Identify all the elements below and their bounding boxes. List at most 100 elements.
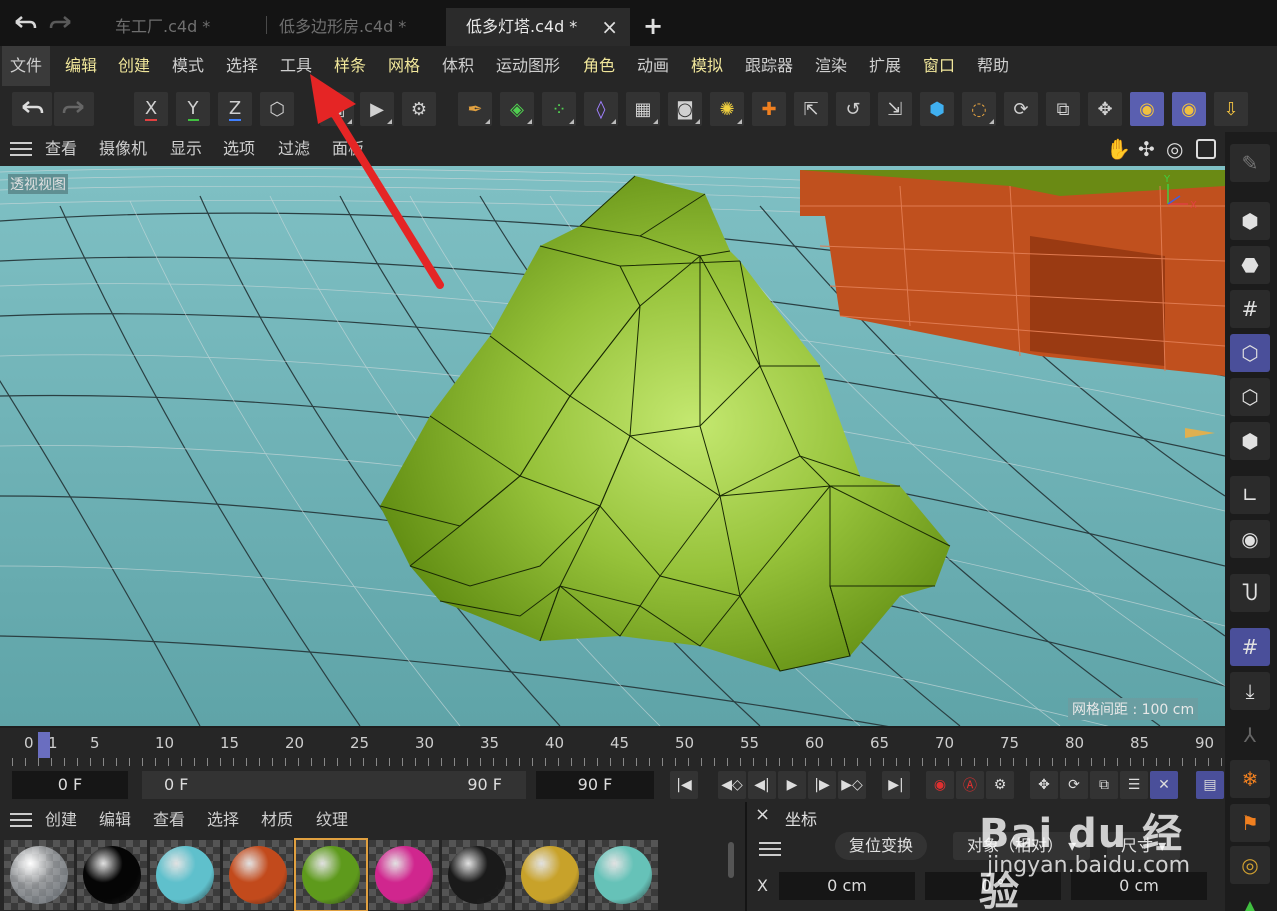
tweak-mode-button[interactable]: ◉	[1230, 520, 1270, 558]
material-scrollbar[interactable]	[728, 842, 734, 878]
tree-button[interactable]: ▲	[1230, 888, 1270, 911]
material-menu-edit[interactable]: 编辑	[99, 806, 131, 830]
position-x-field[interactable]: 0 cm	[779, 872, 915, 900]
menu-animation[interactable]: 动画	[637, 46, 669, 86]
material-menu-select[interactable]: 选择	[207, 806, 239, 830]
undo-icon[interactable]	[12, 14, 38, 34]
hamburger-icon[interactable]	[759, 842, 781, 856]
play-button[interactable]: ▶	[778, 771, 806, 799]
menu-tracker[interactable]: 跟踪器	[745, 46, 793, 86]
current-frame-field[interactable]: 0 F	[12, 771, 128, 799]
lock-z-axis-button[interactable]: Z	[218, 92, 252, 126]
coord-close-icon[interactable]: ×	[755, 804, 770, 825]
axis-center-button[interactable]: ✚	[752, 92, 786, 126]
timeline-ruler[interactable]: 0 1 5 10 15 20 25 30 35 40 45 50 55 60 65 70 75 80 85 90	[0, 728, 1225, 768]
camera-button[interactable]: ◙	[668, 92, 702, 126]
deformer-button[interactable]: ◊	[584, 92, 618, 126]
align-workplane-button[interactable]: ⇲	[878, 92, 912, 126]
rotate-view-icon[interactable]: ◎	[1166, 137, 1183, 161]
menu-character[interactable]: 角色	[583, 46, 615, 86]
rotate-tool-button[interactable]: ⟳	[1004, 92, 1038, 126]
material-swatch[interactable]	[515, 840, 585, 910]
record-button[interactable]: ◉	[926, 771, 954, 799]
reset-transform-button[interactable]: 复位变换	[835, 832, 928, 860]
move-tool-button[interactable]: ✥	[1088, 92, 1122, 126]
workplane-button[interactable]: ⇱	[794, 92, 828, 126]
go-to-end-button[interactable]: ▶|	[882, 771, 910, 799]
point-mode-button[interactable]: ⬡	[1230, 334, 1270, 372]
tab-car-factory[interactable]: 车工厂.c4d *	[95, 8, 265, 46]
edit-mode-button[interactable]: ✎	[1230, 144, 1270, 182]
uv-mode-button[interactable]: #	[1230, 290, 1270, 328]
cube-primitive-button[interactable]: ◈	[500, 92, 534, 126]
material-menu-view[interactable]: 查看	[153, 806, 185, 830]
tab-close-icon[interactable]: ×	[601, 8, 618, 46]
next-key-button[interactable]: ▶◇	[838, 771, 866, 799]
rotate-workplane-button[interactable]: ↺	[836, 92, 870, 126]
material-swatch[interactable]	[442, 840, 512, 910]
material-menu-create[interactable]: 创建	[45, 806, 77, 830]
workplane-lock-button[interactable]: #	[1230, 628, 1270, 666]
lock-x-axis-button[interactable]: X	[134, 92, 168, 126]
go-to-start-button[interactable]: |◀	[670, 771, 698, 799]
add-tab-icon[interactable]: +	[643, 12, 663, 40]
material-swatch[interactable]	[294, 838, 368, 911]
view-name-label[interactable]: 透视视图	[8, 174, 68, 194]
edge-mode-button[interactable]: ⬡	[1230, 378, 1270, 416]
coordinate-system-button[interactable]: ⬡	[260, 92, 294, 126]
material-swatch[interactable]	[223, 840, 293, 910]
menu-mode[interactable]: 模式	[172, 46, 204, 86]
menu-render[interactable]: 渲染	[815, 46, 847, 86]
scale-tool-button[interactable]: ⧉	[1046, 92, 1080, 126]
material-swatch[interactable]	[369, 840, 439, 910]
material-swatch[interactable]	[150, 840, 220, 910]
selection-mode-button[interactable]: ◉	[1172, 92, 1206, 126]
snap-sidebar-button[interactable]: Ⴎ	[1230, 574, 1270, 612]
menu-help[interactable]: 帮助	[977, 46, 1009, 86]
menu-simulate[interactable]: 模拟	[691, 46, 723, 86]
snap-button[interactable]: ⇩	[1214, 92, 1248, 126]
hamburger-icon[interactable]	[10, 813, 32, 827]
joint-button[interactable]: ⅄	[1230, 716, 1270, 754]
plugin-button[interactable]: ◎	[1230, 846, 1270, 884]
cloner-button[interactable]: ⁘	[542, 92, 576, 126]
lock-y-axis-button[interactable]: Y	[176, 92, 210, 126]
floor-snap-button[interactable]: ⤓	[1230, 672, 1270, 710]
tab-lowpoly-lighthouse[interactable]: 低多灯塔.c4d * ×	[446, 8, 630, 46]
hamburger-icon[interactable]	[10, 142, 32, 156]
polygon-mode-button[interactable]: ⬢	[1230, 422, 1270, 460]
model-mode-button[interactable]: ⬢	[920, 92, 954, 126]
menu-mograph[interactable]: 运动图形	[496, 46, 560, 86]
object-mode-button[interactable]: ⬣	[1230, 246, 1270, 284]
end-frame-field[interactable]: 90 F	[536, 771, 654, 799]
viewport-menu-camera[interactable]: 摄像机	[99, 132, 147, 166]
menu-file[interactable]: 文件	[2, 46, 51, 86]
menu-window[interactable]: 窗口	[923, 46, 955, 86]
menu-extensions[interactable]: 扩展	[869, 46, 901, 86]
pan-hand-icon[interactable]: ✋	[1106, 137, 1131, 161]
maximize-view-icon[interactable]	[1196, 139, 1216, 159]
3d-viewport[interactable]: Y X 透视视图 网格间距 : 100 cm	[0, 166, 1225, 726]
scene-button[interactable]: ▦	[626, 92, 660, 126]
menu-edit[interactable]: 编辑	[65, 46, 97, 86]
viewport-menu-options[interactable]: 选项	[223, 132, 255, 166]
menu-create[interactable]: 创建	[118, 46, 150, 86]
redo-icon[interactable]	[48, 14, 74, 34]
playhead[interactable]	[38, 732, 50, 758]
material-menu-material[interactable]: 材质	[261, 806, 293, 830]
viewport-menu-view[interactable]: 查看	[45, 132, 77, 166]
material-menu-texture[interactable]: 纹理	[316, 806, 348, 830]
prev-key-button[interactable]: ◀◇	[718, 771, 746, 799]
frame-range-slider[interactable]: 0 F 90 F	[142, 771, 526, 799]
material-swatch[interactable]	[4, 840, 74, 910]
pointer-button[interactable]: ⚑	[1230, 804, 1270, 842]
live-selection-button[interactable]: ◌	[962, 92, 996, 126]
move-view-icon[interactable]: ✣	[1138, 137, 1155, 161]
axis-mode-button[interactable]: ∟	[1230, 476, 1270, 514]
prev-frame-button[interactable]: ◀|	[748, 771, 776, 799]
material-swatch[interactable]	[588, 840, 658, 910]
menu-select[interactable]: 选择	[226, 46, 258, 86]
light-button[interactable]: ✺	[710, 92, 744, 126]
freeze-button[interactable]: ❄	[1230, 760, 1270, 798]
spline-pen-button[interactable]: ✒	[458, 92, 492, 126]
